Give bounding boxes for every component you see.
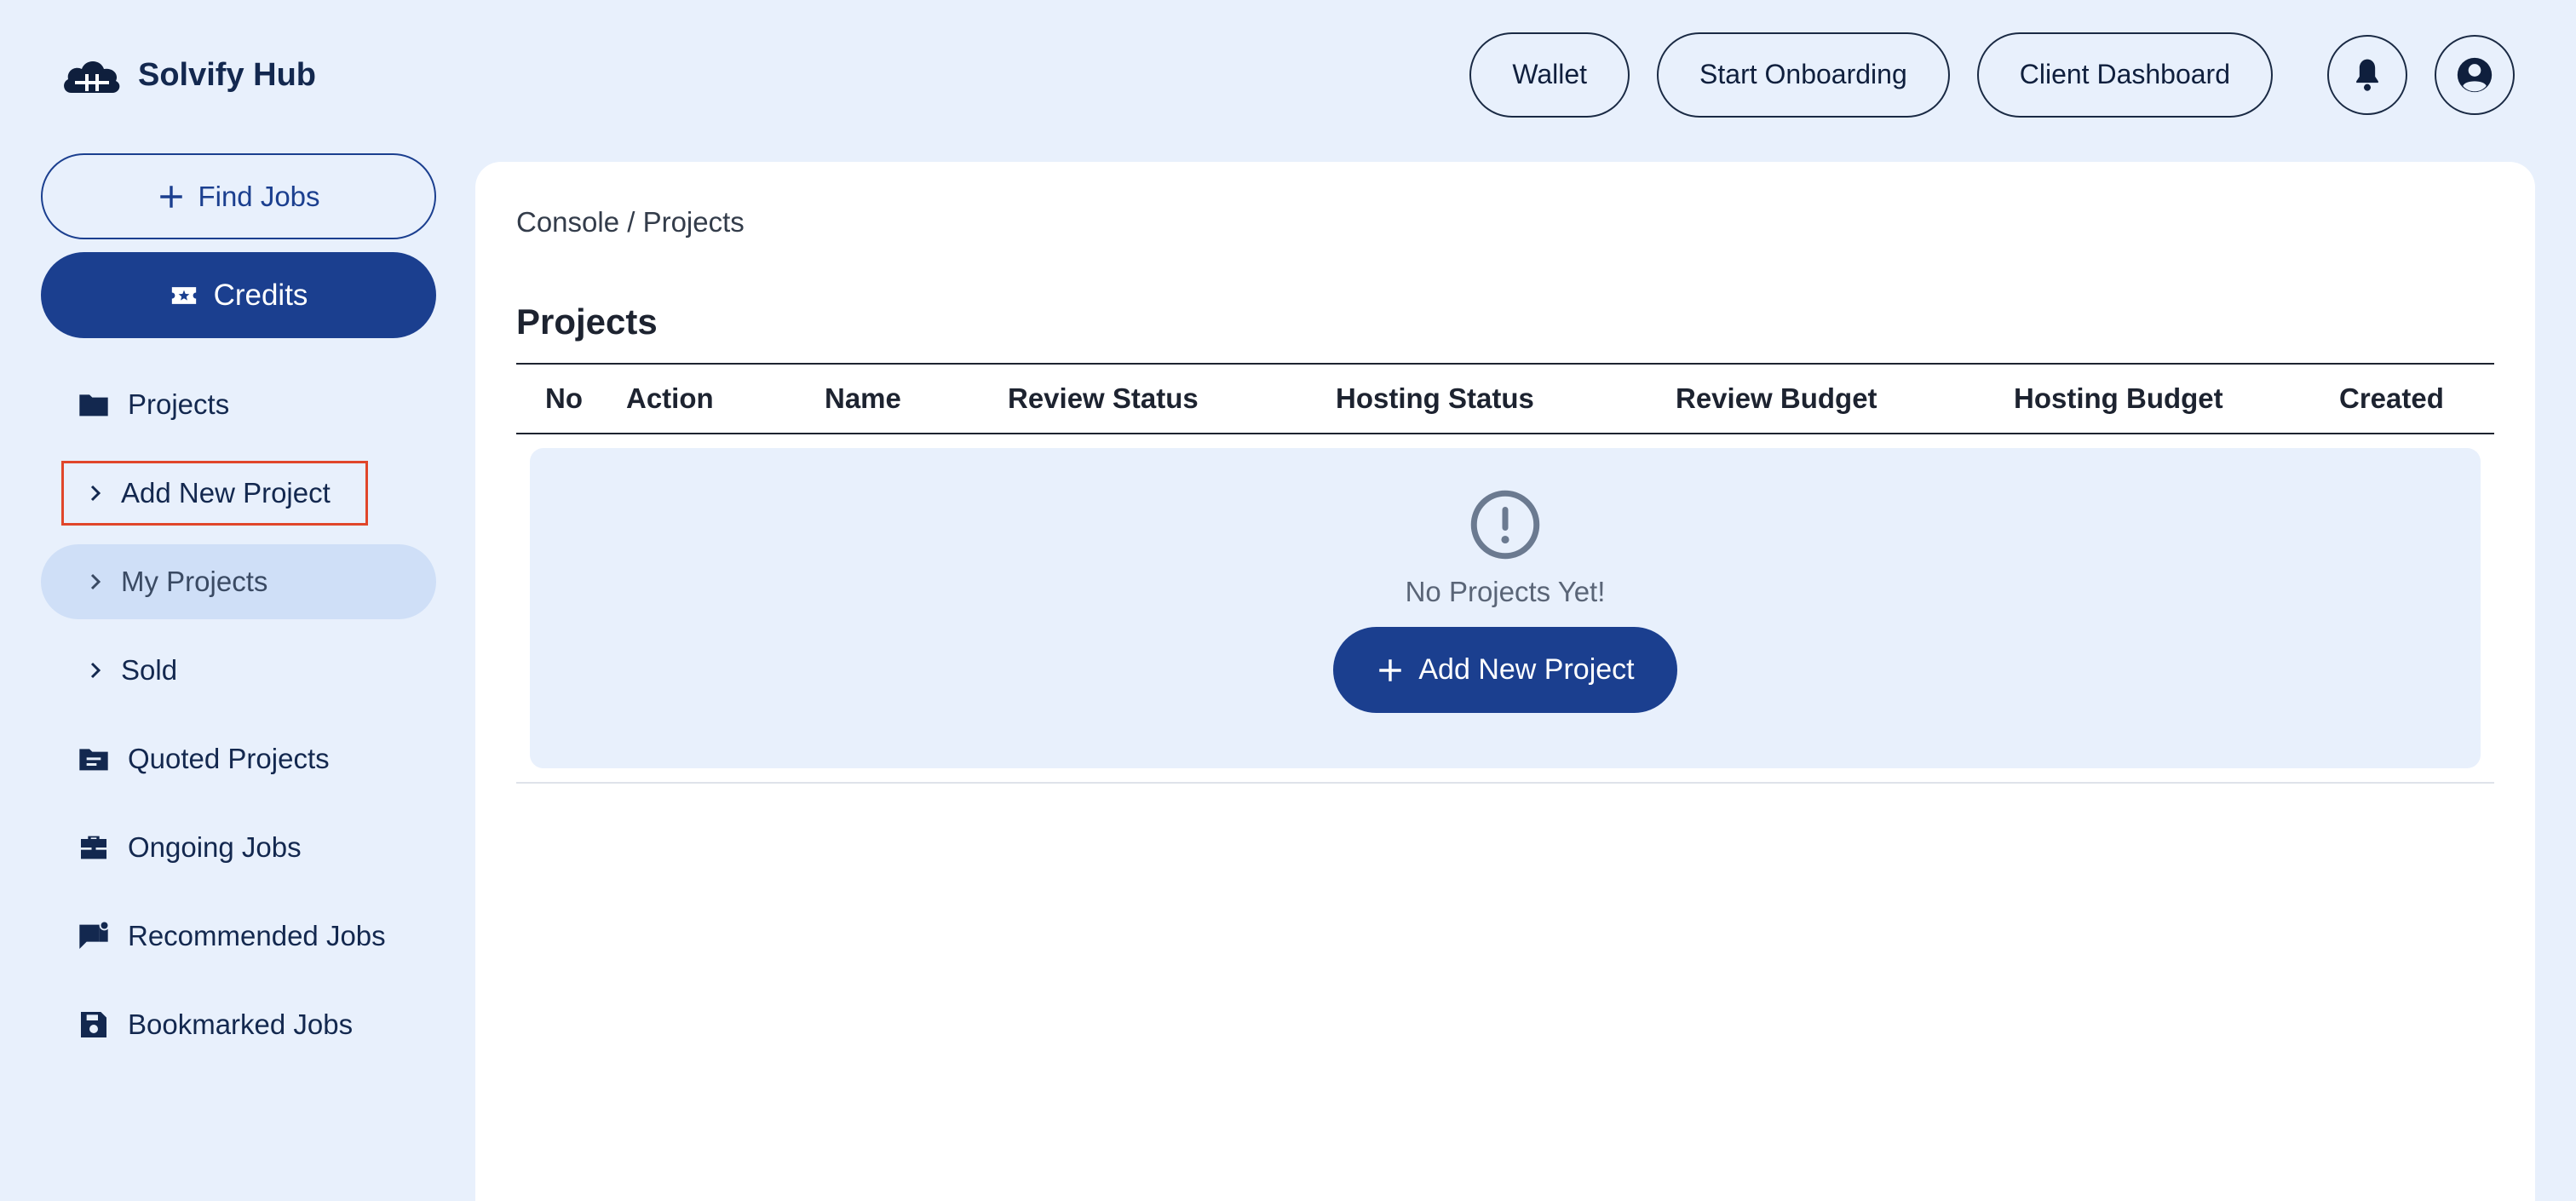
empty-state-text: No Projects Yet! [1405,576,1606,607]
add-new-project-label: Add New Project [1418,653,1635,686]
sidebar-item-label: Recommended Jobs [128,920,386,951]
folder-icon [79,394,108,417]
sidebar-item-label: My Projects [121,566,268,597]
sidebar-item-label: Projects [128,388,230,420]
empty-state: No Projects Yet! Add New Project [530,448,2481,768]
cloud-icon [64,61,120,93]
sidebar-item-label: Sold [121,654,178,686]
sidebar-item-bookmarked-jobs[interactable]: Bookmarked Jobs [41,987,436,1062]
chevron-right-icon [90,573,101,590]
account-button[interactable] [2435,34,2515,115]
sidebar-item-label: Quoted Projects [128,743,330,774]
briefcase-icon [81,836,106,859]
column-header-action: Action [626,382,714,414]
save-icon [81,1012,106,1037]
page-title: Projects [516,302,658,342]
sidebar-item-recommended-jobs[interactable]: Recommended Jobs [41,899,436,974]
credits-button[interactable]: Credits [41,252,436,338]
sidebar: Find Jobs Credits Projects Add New Proje… [41,153,436,1076]
table-header: No Action Name Review Status Hosting Sta… [516,363,2494,434]
highlight-box [61,461,368,526]
chat-notification-icon [79,920,110,949]
plus-icon [1379,658,1402,681]
main-card: Console / Projects Projects No Action Na… [475,162,2535,1201]
sidebar-item-add-new-project[interactable]: Add New Project [41,456,436,531]
notifications-button[interactable] [2327,34,2407,115]
start-onboarding-button[interactable]: Start Onboarding [1657,32,1950,118]
sidebar-item-sold[interactable]: Sold [41,633,436,708]
chevron-right-icon [90,662,101,679]
wallet-button[interactable]: Wallet [1469,32,1630,118]
folder-list-icon [79,749,108,771]
column-header-no: No [545,382,583,414]
table-divider [516,782,2494,784]
sidebar-item-label: Ongoing Jobs [128,831,302,863]
column-header-review-budget: Review Budget [1676,382,1877,414]
column-header-name: Name [825,382,901,414]
exclamation-circle-icon [1470,490,1540,560]
credits-label: Credits [213,278,308,312]
add-new-project-button[interactable]: Add New Project [1333,627,1677,713]
sidebar-item-label: Bookmarked Jobs [128,1008,354,1040]
client-dashboard-button[interactable]: Client Dashboard [1976,32,2273,118]
column-header-review-status: Review Status [1008,382,1199,414]
app: Solvify Hub Wallet Start Onboarding Clie… [0,0,2576,1201]
column-header-hosting-budget: Hosting Budget [2014,382,2223,414]
projects-table: No Action Name Review Status Hosting Sta… [516,363,2494,784]
sidebar-item-quoted-projects[interactable]: Quoted Projects [41,721,436,796]
bell-icon [2356,59,2378,91]
account-icon [2457,57,2493,92]
breadcrumb: Console / Projects [516,206,745,238]
sidebar-item-my-projects[interactable]: My Projects [41,544,436,619]
top-actions: Wallet Start Onboarding Client Dashboard [1442,32,2515,118]
sidebar-item-projects[interactable]: Projects [41,367,436,442]
column-header-hosting-status: Hosting Status [1336,382,1534,414]
sidebar-item-ongoing-jobs[interactable]: Ongoing Jobs [41,810,436,885]
ticket-star-icon [171,286,196,304]
find-jobs-label: Find Jobs [198,180,320,212]
brand-name: Solvify Hub [138,56,317,93]
plus-icon [160,185,183,208]
brand[interactable]: Solvify Hub [60,49,316,101]
find-jobs-button[interactable]: Find Jobs [41,153,436,239]
sidebar-nav: Projects Add New Project My Projects Sol… [41,367,436,1062]
column-header-created: Created [2339,382,2444,414]
